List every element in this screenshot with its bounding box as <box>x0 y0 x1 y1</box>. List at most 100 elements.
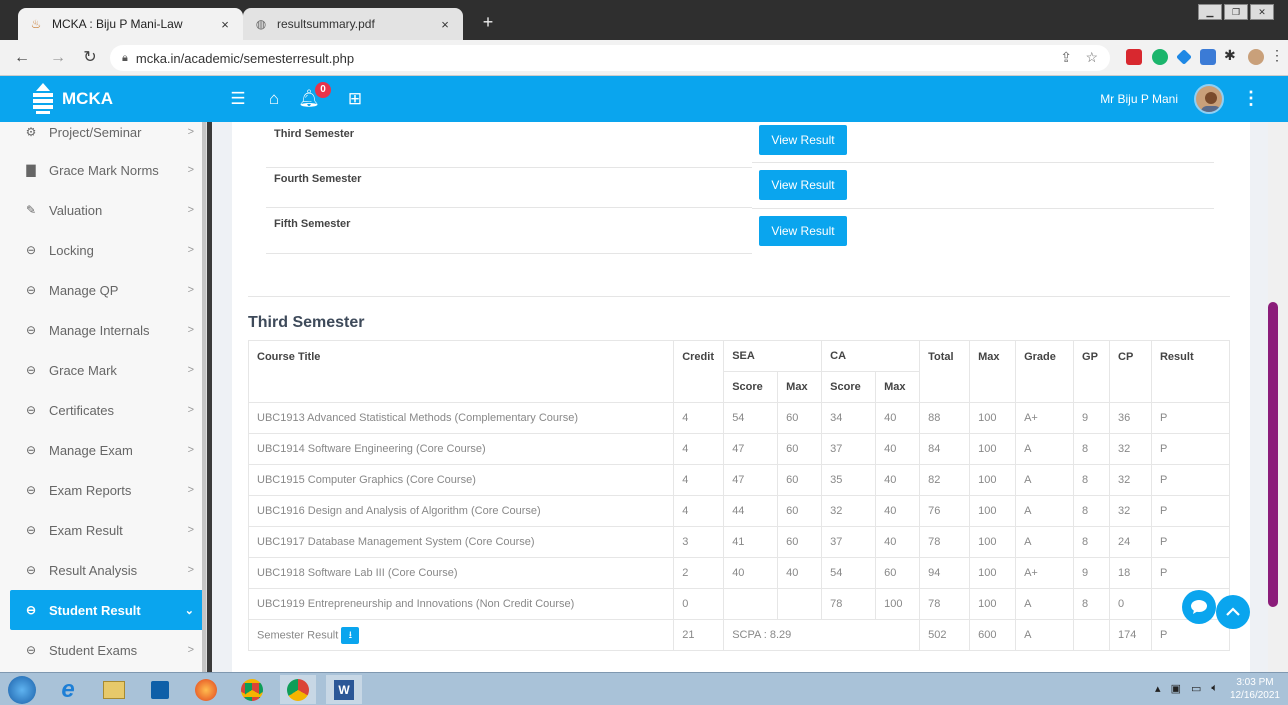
internet-explorer-icon[interactable]: e <box>50 675 86 704</box>
cell-result: P <box>1150 464 1231 496</box>
drive-icon[interactable] <box>1200 49 1216 65</box>
cell-total: 78 <box>919 526 971 558</box>
cell-grade: A+ <box>1015 402 1075 434</box>
page-scrollbar-thumb[interactable] <box>1268 302 1278 607</box>
table-row: UBC1913 Advanced Statistical Methods (Co… <box>247 402 1231 434</box>
cell-cp: 36 <box>1109 402 1152 434</box>
close-window-icon[interactable]: ✕ <box>1250 4 1274 20</box>
semester-row-fourth: Fourth Semester <box>266 162 752 208</box>
share-icon[interactable]: ⇪ <box>1060 49 1072 66</box>
sidebar-item-grace-mark[interactable]: ⊖ Grace Mark > <box>10 350 206 390</box>
cell-sea-score: 41 <box>723 526 779 558</box>
sidebar-item-student-exams[interactable]: ⊖ Student Exams > <box>10 630 206 670</box>
url-text: mcka.in/academic/semesterresult.php <box>135 50 355 66</box>
view-result-button[interactable]: View Result <box>759 125 847 155</box>
extension-blue-icon[interactable] <box>1176 49 1192 65</box>
minimize-icon[interactable]: ▁ <box>1198 4 1222 20</box>
chevron-right-icon: > <box>187 524 194 536</box>
file-explorer-icon[interactable] <box>96 675 132 704</box>
cell-course: UBC1918 Software Lab III (Core Course) <box>247 557 675 589</box>
circle-icon: ⊖ <box>25 443 37 457</box>
row-divider <box>752 208 1214 209</box>
menu-toggle-icon[interactable]: ☰ <box>227 89 249 109</box>
sidebar-item-student-result[interactable]: ⊖ Student Result ⌄ <box>10 590 206 630</box>
tray-arrow-icon[interactable]: ▴ <box>1155 682 1161 695</box>
user-name[interactable]: Mr Biju P Mani <box>1100 92 1178 106</box>
table-row: UBC1915 Computer Graphics (Core Course) … <box>247 464 1231 496</box>
col-ca: CA <box>821 340 921 372</box>
profile-avatar-icon[interactable] <box>1248 49 1264 65</box>
scroll-to-top-button[interactable] <box>1216 595 1250 629</box>
back-icon[interactable]: ← <box>12 49 32 67</box>
extensions-puzzle-icon[interactable]: ✱ <box>1224 47 1240 63</box>
apps-grid-icon[interactable]: ⊞ <box>344 89 366 109</box>
sidebar-item-certificates[interactable]: ⊖ Certificates > <box>10 390 206 430</box>
download-icon[interactable]: ⭳ <box>341 626 360 644</box>
col-credit: Credit <box>673 340 725 403</box>
url-field[interactable]: 🔒︎ mcka.in/academic/semesterresult.php ⇪… <box>110 45 1110 71</box>
view-result-button[interactable]: View Result <box>759 216 847 246</box>
view-result-button[interactable]: View Result <box>759 170 847 200</box>
sidebar-item-label: Certificates <box>49 402 115 418</box>
page-scrollbar[interactable] <box>1268 122 1288 672</box>
mcka-logo-icon <box>33 83 53 114</box>
result-section-title: Third Semester <box>248 314 365 331</box>
cell-gp: 8 <box>1073 495 1111 527</box>
home-icon[interactable]: ⌂ <box>263 89 285 109</box>
chat-button[interactable] <box>1182 590 1216 624</box>
firefox-icon[interactable] <box>188 675 224 704</box>
user-avatar[interactable] <box>1194 84 1224 114</box>
grammarly-icon[interactable] <box>1152 49 1168 65</box>
circle-icon: ⊖ <box>25 603 37 617</box>
cell-ca-score: 54 <box>821 557 877 589</box>
bookmark-star-icon[interactable]: ☆ <box>1085 49 1098 66</box>
sidebar-item-manage-qp[interactable]: ⊖ Manage QP > <box>10 270 206 310</box>
cell-sea-max: 60 <box>777 464 823 496</box>
circle-icon: ⊖ <box>25 483 37 497</box>
tray-volume-icon[interactable]: 🔈︎ <box>1211 682 1218 695</box>
col-course-title: Course Title <box>247 340 675 403</box>
sidebar-item-project-seminar[interactable]: ⚙ Project/Seminar > <box>10 122 206 152</box>
circle-icon: ⊖ <box>25 643 37 657</box>
sidebar-item-valuation[interactable]: ✎ Valuation > <box>10 190 206 230</box>
tray-network-icon[interactable]: ▣ <box>1171 682 1181 695</box>
result-table: Course Title Credit SEA CA Total Max Gra… <box>247 340 1231 651</box>
close-tab-icon[interactable]: × <box>217 17 233 32</box>
reload-icon[interactable]: ↻ <box>80 49 100 67</box>
sidebar-item-label: Grace Mark Norms <box>49 162 159 178</box>
system-clock[interactable]: 3:03 PM 12/16/2021 <box>1230 676 1280 702</box>
extension-red-icon[interactable] <box>1126 49 1142 65</box>
cell-sea-max: 60 <box>777 526 823 558</box>
sidebar-scrollbar[interactable] <box>202 122 206 672</box>
tab-mcka[interactable]: ♨ MCKA : Biju P Mani-Law × <box>18 8 243 40</box>
start-button[interactable] <box>4 675 40 704</box>
chrome-profile-icon[interactable] <box>280 675 316 704</box>
sidebar-item-manage-internals[interactable]: ⊖ Manage Internals > <box>10 310 206 350</box>
chevron-right-icon: > <box>187 564 194 576</box>
cell-grade: A <box>1015 495 1075 527</box>
tab-resultsummary[interactable]: ◍ resultsummary.pdf × <box>243 8 463 40</box>
sidebar-item-manage-exam[interactable]: ⊖ Manage Exam > <box>10 430 206 470</box>
tray-display-icon[interactable]: ▭ <box>1191 682 1201 695</box>
col-total: Total <box>919 340 971 403</box>
cell-cp: 32 <box>1109 433 1152 465</box>
close-tab-icon[interactable]: × <box>437 17 453 32</box>
sidebar-item-label: Result Analysis <box>49 562 138 578</box>
semester-summary-row: Semester Result ⭳ 21 SCPA : 8.29 502 600 … <box>247 619 1231 651</box>
mcka-favicon-icon: ♨ <box>30 17 42 31</box>
browser-menu-icon[interactable]: ⋮ <box>1270 47 1286 63</box>
word-icon[interactable]: W <box>326 675 362 704</box>
cell-gp: 8 <box>1073 526 1111 558</box>
sidebar-item-exam-reports[interactable]: ⊖ Exam Reports > <box>10 470 206 510</box>
outlook-icon[interactable] <box>142 675 178 704</box>
forward-icon[interactable]: → <box>48 49 68 67</box>
more-options-icon[interactable]: ⋮ <box>1242 88 1260 109</box>
chrome-icon[interactable] <box>234 675 270 704</box>
sidebar-item-exam-result[interactable]: ⊖ Exam Result > <box>10 510 206 550</box>
sidebar-item-locking[interactable]: ⊖ Locking > <box>10 230 206 270</box>
restore-icon[interactable]: ❐ <box>1224 4 1248 20</box>
cell-max: 100 <box>969 464 1017 496</box>
new-tab-button[interactable]: + <box>478 12 498 34</box>
sidebar-item-grace-mark-norms[interactable]: ▇ Grace Mark Norms > <box>10 150 206 190</box>
sidebar-item-result-analysis[interactable]: ⊖ Result Analysis > <box>10 550 206 590</box>
